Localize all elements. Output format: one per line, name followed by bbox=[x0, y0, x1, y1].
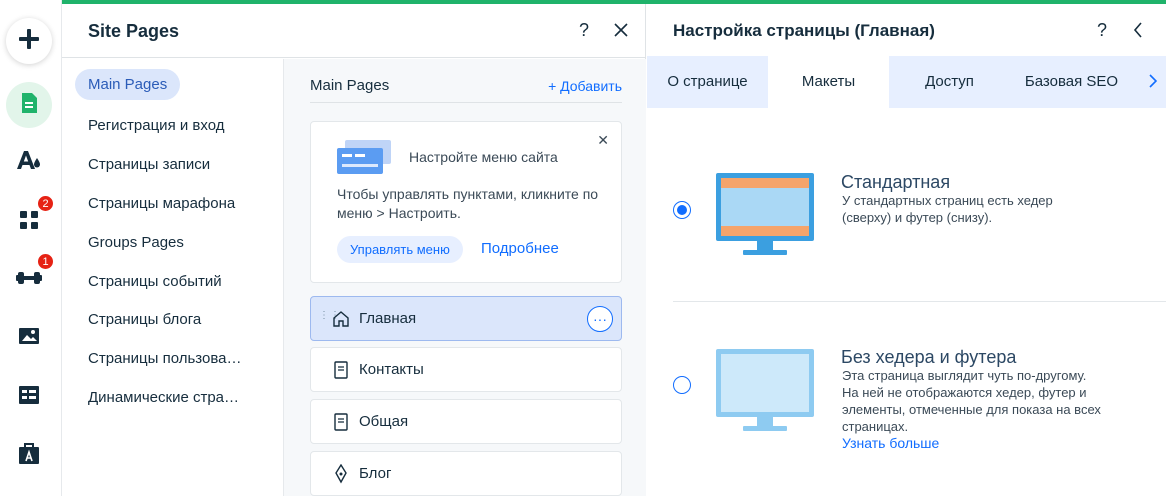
page-settings-header: Настройка страницы (Главная) ? bbox=[647, 4, 1166, 56]
pen-icon bbox=[331, 464, 351, 484]
add-page-button[interactable]: + Добавить bbox=[548, 78, 622, 94]
plus-icon bbox=[18, 28, 40, 55]
layout-title: Без хедера и футера bbox=[841, 347, 1017, 367]
image-icon bbox=[18, 327, 40, 350]
category-booking-pages[interactable]: Страницы записи bbox=[88, 156, 210, 173]
settings-help-button[interactable]: ? bbox=[1097, 20, 1107, 41]
design-button[interactable] bbox=[14, 147, 44, 177]
category-marathon-pages[interactable]: Страницы марафона bbox=[88, 195, 235, 212]
page-item-label: Общая bbox=[359, 413, 409, 430]
portfolio-button[interactable] bbox=[14, 440, 44, 470]
dumbbell-icon bbox=[16, 269, 42, 292]
close-icon bbox=[614, 23, 628, 41]
pages-icon bbox=[20, 92, 38, 119]
pages-list-title: Main Pages bbox=[310, 77, 390, 94]
menu-info-card: ✕ Настройте меню сайта Чтобы управлять п… bbox=[310, 121, 622, 283]
category-member-pages[interactable]: Страницы пользова… bbox=[88, 350, 242, 367]
page-item-label: Блог bbox=[359, 465, 392, 482]
page-item-label: Главная bbox=[359, 310, 417, 327]
apps-button[interactable]: 2 bbox=[14, 195, 54, 237]
layout-description: Эта страница выглядит чуть по-другому. Н… bbox=[842, 368, 1101, 434]
category-event-pages[interactable]: Страницы событий bbox=[88, 273, 222, 290]
radio-no-header-footer[interactable] bbox=[673, 376, 691, 394]
chevron-right-icon bbox=[1149, 72, 1158, 93]
divider bbox=[673, 301, 1166, 302]
home-icon bbox=[331, 309, 351, 329]
cms-button[interactable] bbox=[14, 382, 44, 412]
category-blog-pages[interactable]: Страницы блога bbox=[88, 311, 201, 328]
media-button[interactable] bbox=[14, 323, 44, 353]
collapse-button[interactable] bbox=[1133, 22, 1143, 43]
apps-icon bbox=[19, 210, 39, 235]
page-item-general[interactable]: Общая bbox=[310, 399, 622, 444]
chevron-left-icon bbox=[1133, 22, 1143, 42]
page-categories: Main Pages Регистрация и вход Страницы з… bbox=[62, 59, 284, 496]
page-item-contacts[interactable]: Контакты bbox=[310, 347, 622, 392]
site-pages-title: Site Pages bbox=[88, 21, 180, 41]
tabs-scroll-right-button[interactable] bbox=[1140, 56, 1166, 108]
category-signup-login[interactable]: Регистрация и вход bbox=[88, 117, 224, 134]
page-item-label: Контакты bbox=[359, 361, 424, 378]
settings-tabs: О странице Макеты Доступ Базовая SEO bbox=[647, 56, 1166, 108]
pages-button[interactable] bbox=[6, 82, 52, 128]
table-icon bbox=[18, 385, 40, 410]
monitor-blank-icon bbox=[715, 348, 815, 439]
monitor-standard-icon bbox=[715, 172, 815, 263]
category-dynamic-pages[interactable]: Динамические стра… bbox=[88, 389, 239, 406]
layout-title: Стандартная bbox=[841, 172, 951, 192]
help-button[interactable]: ? bbox=[579, 20, 589, 41]
apps-badge: 2 bbox=[37, 195, 54, 212]
add-elements-button[interactable] bbox=[6, 18, 52, 64]
page-icon bbox=[331, 360, 351, 380]
pages-list-column: Main Pages + Добавить ✕ Настройте меню с… bbox=[284, 59, 646, 496]
page-settings-panel: Настройка страницы (Главная) ? О страниц… bbox=[647, 4, 1166, 496]
business-badge: 1 bbox=[37, 253, 54, 270]
info-close-button[interactable]: ✕ bbox=[597, 132, 609, 149]
info-title: Настройте меню сайта bbox=[409, 149, 558, 165]
page-icon bbox=[331, 412, 351, 432]
page-item-blog[interactable]: Блог bbox=[310, 451, 622, 496]
more-actions-button[interactable]: ··· bbox=[587, 306, 613, 332]
learn-more-link[interactable]: Подробнее bbox=[481, 240, 559, 257]
site-pages-panel: Site Pages ? Main Pages Регистрация и вх… bbox=[62, 4, 646, 496]
tab-about-page[interactable]: О странице bbox=[647, 56, 768, 108]
close-button[interactable] bbox=[614, 23, 628, 42]
layout-description: У стандартных страниц есть хедер (сверху… bbox=[842, 193, 1053, 225]
info-text: Чтобы управлять пунктами, кликните по ме… bbox=[337, 186, 599, 221]
menu-illustration-icon bbox=[337, 140, 391, 179]
design-icon bbox=[16, 149, 42, 176]
learn-more-link[interactable]: Узнать больше bbox=[842, 435, 939, 451]
business-button[interactable]: 1 bbox=[14, 253, 54, 295]
category-main-pages[interactable]: Main Pages bbox=[75, 69, 181, 100]
page-item-home[interactable]: ⋮⋮ Главная ··· bbox=[310, 296, 622, 341]
manage-menu-button[interactable]: Управлять меню bbox=[337, 236, 463, 263]
tab-access[interactable]: Доступ bbox=[889, 56, 1010, 108]
page-settings-title: Настройка страницы (Главная) bbox=[673, 21, 935, 40]
radio-standard[interactable] bbox=[673, 201, 691, 219]
tab-basic-seo[interactable]: Базовая SEO bbox=[1010, 56, 1133, 108]
site-pages-header: Site Pages ? bbox=[62, 4, 646, 58]
briefcase-icon bbox=[18, 441, 40, 470]
divider bbox=[310, 102, 622, 103]
category-groups-pages[interactable]: Groups Pages bbox=[88, 234, 184, 251]
tab-layouts[interactable]: Макеты bbox=[768, 56, 889, 108]
left-toolbar: 2 1 bbox=[0, 0, 62, 496]
